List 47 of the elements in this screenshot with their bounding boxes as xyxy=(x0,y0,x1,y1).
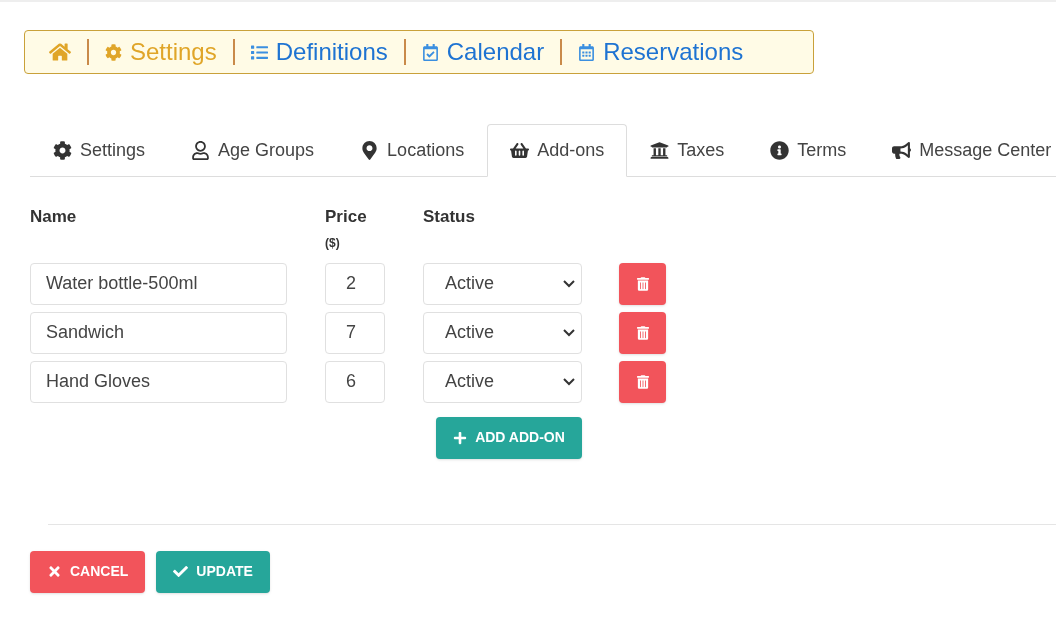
status-select[interactable]: Active xyxy=(423,360,582,403)
chevron-down-icon xyxy=(563,279,575,288)
info-icon xyxy=(770,141,790,160)
tab[interactable]: Taxes xyxy=(627,124,748,177)
column-header: Price xyxy=(325,206,368,228)
home-icon[interactable] xyxy=(49,41,71,63)
tab[interactable]: Age Groups xyxy=(168,124,338,177)
calendar-icon xyxy=(578,43,596,61)
chevron-down-icon xyxy=(563,328,575,337)
tab[interactable]: Terms xyxy=(747,124,870,177)
basket-icon xyxy=(510,141,530,160)
bank-icon xyxy=(650,141,670,160)
map-pin-icon xyxy=(360,141,380,160)
megaphone-icon xyxy=(892,141,912,160)
breadcrumb-link[interactable]: Reservations xyxy=(578,34,744,70)
price-field[interactable]: 6 xyxy=(325,360,385,403)
chevron-down-icon xyxy=(563,377,575,386)
delete-button[interactable] xyxy=(619,311,666,354)
trash-icon xyxy=(636,325,649,340)
list-icon xyxy=(250,43,268,61)
tab[interactable]: Settings xyxy=(30,124,169,177)
gear-icon xyxy=(53,141,72,160)
status-select[interactable]: Active xyxy=(423,311,582,354)
breadcrumb-link[interactable]: Definitions xyxy=(250,34,388,70)
price-field[interactable]: 7 xyxy=(325,311,385,354)
tab[interactable]: Add-ons xyxy=(487,124,628,177)
calendar-check-icon xyxy=(421,43,439,61)
tab[interactable]: Locations xyxy=(337,124,488,177)
trash-icon xyxy=(636,374,649,389)
close-icon xyxy=(47,564,62,579)
name-field[interactable]: Sandwich xyxy=(30,311,287,354)
delete-button[interactable] xyxy=(619,262,666,305)
plus-icon xyxy=(453,430,468,445)
name-field[interactable]: Water bottle-500ml xyxy=(30,262,287,305)
gear-icon xyxy=(105,43,122,61)
trash-icon xyxy=(636,276,649,291)
tab[interactable]: Message Center xyxy=(869,124,1056,177)
column-header: Name xyxy=(30,206,78,228)
breadcrumb-link[interactable]: Calendar xyxy=(421,34,545,70)
delete-button[interactable] xyxy=(619,360,666,403)
check-icon xyxy=(173,564,189,579)
name-field[interactable]: Hand Gloves xyxy=(30,360,287,403)
price-field[interactable]: 2 xyxy=(325,262,385,305)
column-header: Status xyxy=(423,206,475,228)
user-icon xyxy=(191,141,211,160)
status-select[interactable]: Active xyxy=(423,262,582,305)
column-unit: ($) xyxy=(325,234,341,252)
